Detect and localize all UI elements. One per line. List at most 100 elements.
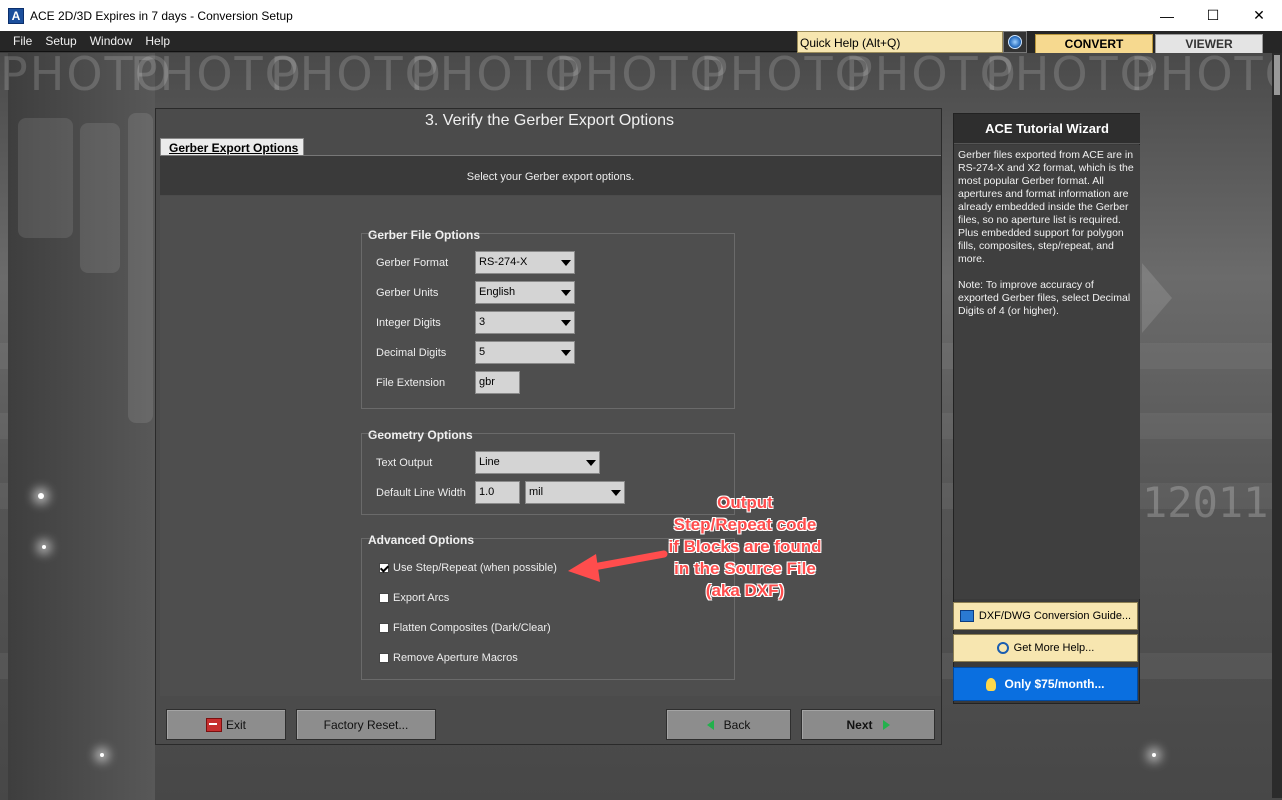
export-arcs-checkbox[interactable] xyxy=(379,593,389,603)
decimal-digits-label: Decimal Digits xyxy=(376,347,447,359)
menu-window[interactable]: Window xyxy=(90,34,133,48)
gerber-units-value: English xyxy=(479,286,516,298)
annotation-line: Step/Repeat code xyxy=(673,515,817,534)
menu-setup[interactable]: Setup xyxy=(45,34,76,48)
annotation-line: (aka DXF) xyxy=(705,581,785,600)
help-globe-icon xyxy=(1008,35,1022,49)
annotation-callout: Output Step/Repeat code if Blocks are fo… xyxy=(650,492,840,602)
integer-digits-label: Integer Digits xyxy=(376,317,441,329)
dropdown-arrow-icon xyxy=(561,320,571,326)
pricing-label: Only $75/month... xyxy=(1004,677,1105,691)
tab-header-area: Select your Gerber export options. xyxy=(160,155,941,195)
gerber-format-label: Gerber Format xyxy=(376,257,449,269)
factory-reset-label: Factory Reset... xyxy=(323,717,409,732)
wizard-paragraph: Gerber files exported from ACE are in RS… xyxy=(958,149,1134,265)
integer-digits-value: 3 xyxy=(479,316,486,328)
bg-shape xyxy=(128,113,153,423)
exit-icon xyxy=(205,717,222,732)
bg-shape xyxy=(80,123,120,273)
dropdown-arrow-icon xyxy=(561,350,571,356)
title-bar: A ACE 2D/3D Expires in 7 days - Conversi… xyxy=(0,0,1282,31)
geometry-options-title: Geometry Options xyxy=(368,428,473,442)
bg-digits: 12011102100 xyxy=(1142,478,1282,527)
close-button[interactable]: ✕ xyxy=(1236,0,1282,31)
use-step-repeat-checkbox[interactable] xyxy=(379,563,389,573)
app-icon: A xyxy=(8,7,24,24)
factory-reset-button[interactable]: Factory Reset... xyxy=(296,709,436,740)
dialog-title: 3. Verify the Gerber Export Options xyxy=(424,112,674,129)
gerber-units-select[interactable]: English xyxy=(475,281,575,304)
pricing-button[interactable]: Only $75/month... xyxy=(953,667,1138,701)
annotation-line: in the Source File xyxy=(674,559,816,578)
next-button-label: Next xyxy=(846,717,873,732)
wizard-title: ACE Tutorial Wizard xyxy=(954,114,1140,144)
annotation-line: Output xyxy=(717,493,773,512)
file-extension-input[interactable]: gbr xyxy=(475,371,520,394)
dropdown-arrow-icon xyxy=(561,290,571,296)
bg-word: PHOTO xyxy=(1130,53,1282,101)
bg-glow xyxy=(100,753,104,757)
vertical-scrollbar[interactable] xyxy=(1272,53,1282,798)
flatten-composites-label[interactable]: Flatten Composites (Dark/Clear) xyxy=(393,622,551,634)
window-controls: — ☐ ✕ xyxy=(1144,0,1282,31)
remove-aperture-macros-label[interactable]: Remove Aperture Macros xyxy=(393,652,518,664)
guide-icon xyxy=(959,610,974,622)
advanced-options-title: Advanced Options xyxy=(368,533,475,547)
dropdown-arrow-icon xyxy=(586,460,596,466)
back-arrow-icon xyxy=(706,719,714,730)
dxf-guide-label: DXF/DWG Conversion Guide... xyxy=(978,610,1132,622)
lightbulb-icon xyxy=(986,677,997,691)
menu-file[interactable]: File xyxy=(13,34,32,48)
tab-viewer[interactable]: VIEWER xyxy=(1155,34,1263,53)
quick-help-input[interactable]: Quick Help (Alt+Q) xyxy=(797,31,1003,53)
text-output-label: Text Output xyxy=(376,457,433,469)
remove-aperture-macros-checkbox[interactable] xyxy=(379,653,389,663)
exit-button[interactable]: Exit xyxy=(166,709,286,740)
gerber-format-select[interactable]: RS-274-X xyxy=(475,251,575,274)
dropdown-arrow-icon xyxy=(561,260,571,266)
gerber-file-options-title: Gerber File Options xyxy=(368,228,481,242)
bg-glow xyxy=(38,493,44,499)
dropdown-arrow-icon xyxy=(611,490,621,496)
bg-glow xyxy=(42,545,46,549)
flatten-composites-checkbox[interactable] xyxy=(379,623,389,633)
export-arcs-label[interactable]: Export Arcs xyxy=(393,592,449,604)
back-button-label: Back xyxy=(723,717,751,732)
search-icon xyxy=(996,642,1009,654)
wizard-note: Note: To improve accuracy of exported Ge… xyxy=(958,279,1131,317)
line-width-unit-value: mil xyxy=(529,486,544,498)
get-more-help-button[interactable]: Get More Help... xyxy=(953,634,1138,662)
bg-shape xyxy=(18,118,73,238)
maximize-button[interactable]: ☐ xyxy=(1190,0,1236,31)
get-more-help-label: Get More Help... xyxy=(1013,642,1095,654)
file-extension-label: File Extension xyxy=(376,377,446,389)
minimize-button[interactable]: — xyxy=(1144,0,1190,31)
line-width-unit-select[interactable]: mil xyxy=(525,481,625,504)
menu-help[interactable]: Help xyxy=(145,34,170,48)
quick-help-button[interactable] xyxy=(1003,31,1027,53)
window-title: ACE 2D/3D Expires in 7 days - Conversion… xyxy=(30,8,293,23)
line-width-input[interactable]: 1.0 xyxy=(475,481,520,504)
gerber-units-label: Gerber Units xyxy=(376,287,439,299)
default-line-width-label: Default Line Width xyxy=(376,487,466,499)
menu-bar: File Setup Window Help xyxy=(0,31,797,52)
annotation-line: if Blocks are found xyxy=(668,537,822,556)
dxf-guide-button[interactable]: DXF/DWG Conversion Guide... xyxy=(953,602,1138,630)
scrollbar-thumb[interactable] xyxy=(1274,55,1280,95)
tab-convert[interactable]: CONVERT xyxy=(1035,34,1153,53)
next-button[interactable]: Next xyxy=(801,709,935,740)
back-button[interactable]: Back xyxy=(666,709,791,740)
wizard-text: Gerber files exported from ACE are in RS… xyxy=(954,145,1140,599)
bg-arrow-shape xyxy=(1142,263,1172,333)
decimal-digits-value: 5 xyxy=(479,346,486,358)
decimal-digits-select[interactable]: 5 xyxy=(475,341,575,364)
use-step-repeat-label[interactable]: Use Step/Repeat (when possible) xyxy=(393,562,557,574)
bg-glow xyxy=(1152,753,1156,757)
gerber-format-value: RS-274-X xyxy=(479,256,528,268)
integer-digits-select[interactable]: 3 xyxy=(475,311,575,334)
exit-button-label: Exit xyxy=(225,717,246,732)
tab-gerber-export-options[interactable]: Gerber Export Options xyxy=(160,138,304,156)
text-output-select[interactable]: Line xyxy=(475,451,600,474)
dialog-subtitle: Select your Gerber export options. xyxy=(466,171,635,183)
text-output-value: Line xyxy=(479,456,500,468)
